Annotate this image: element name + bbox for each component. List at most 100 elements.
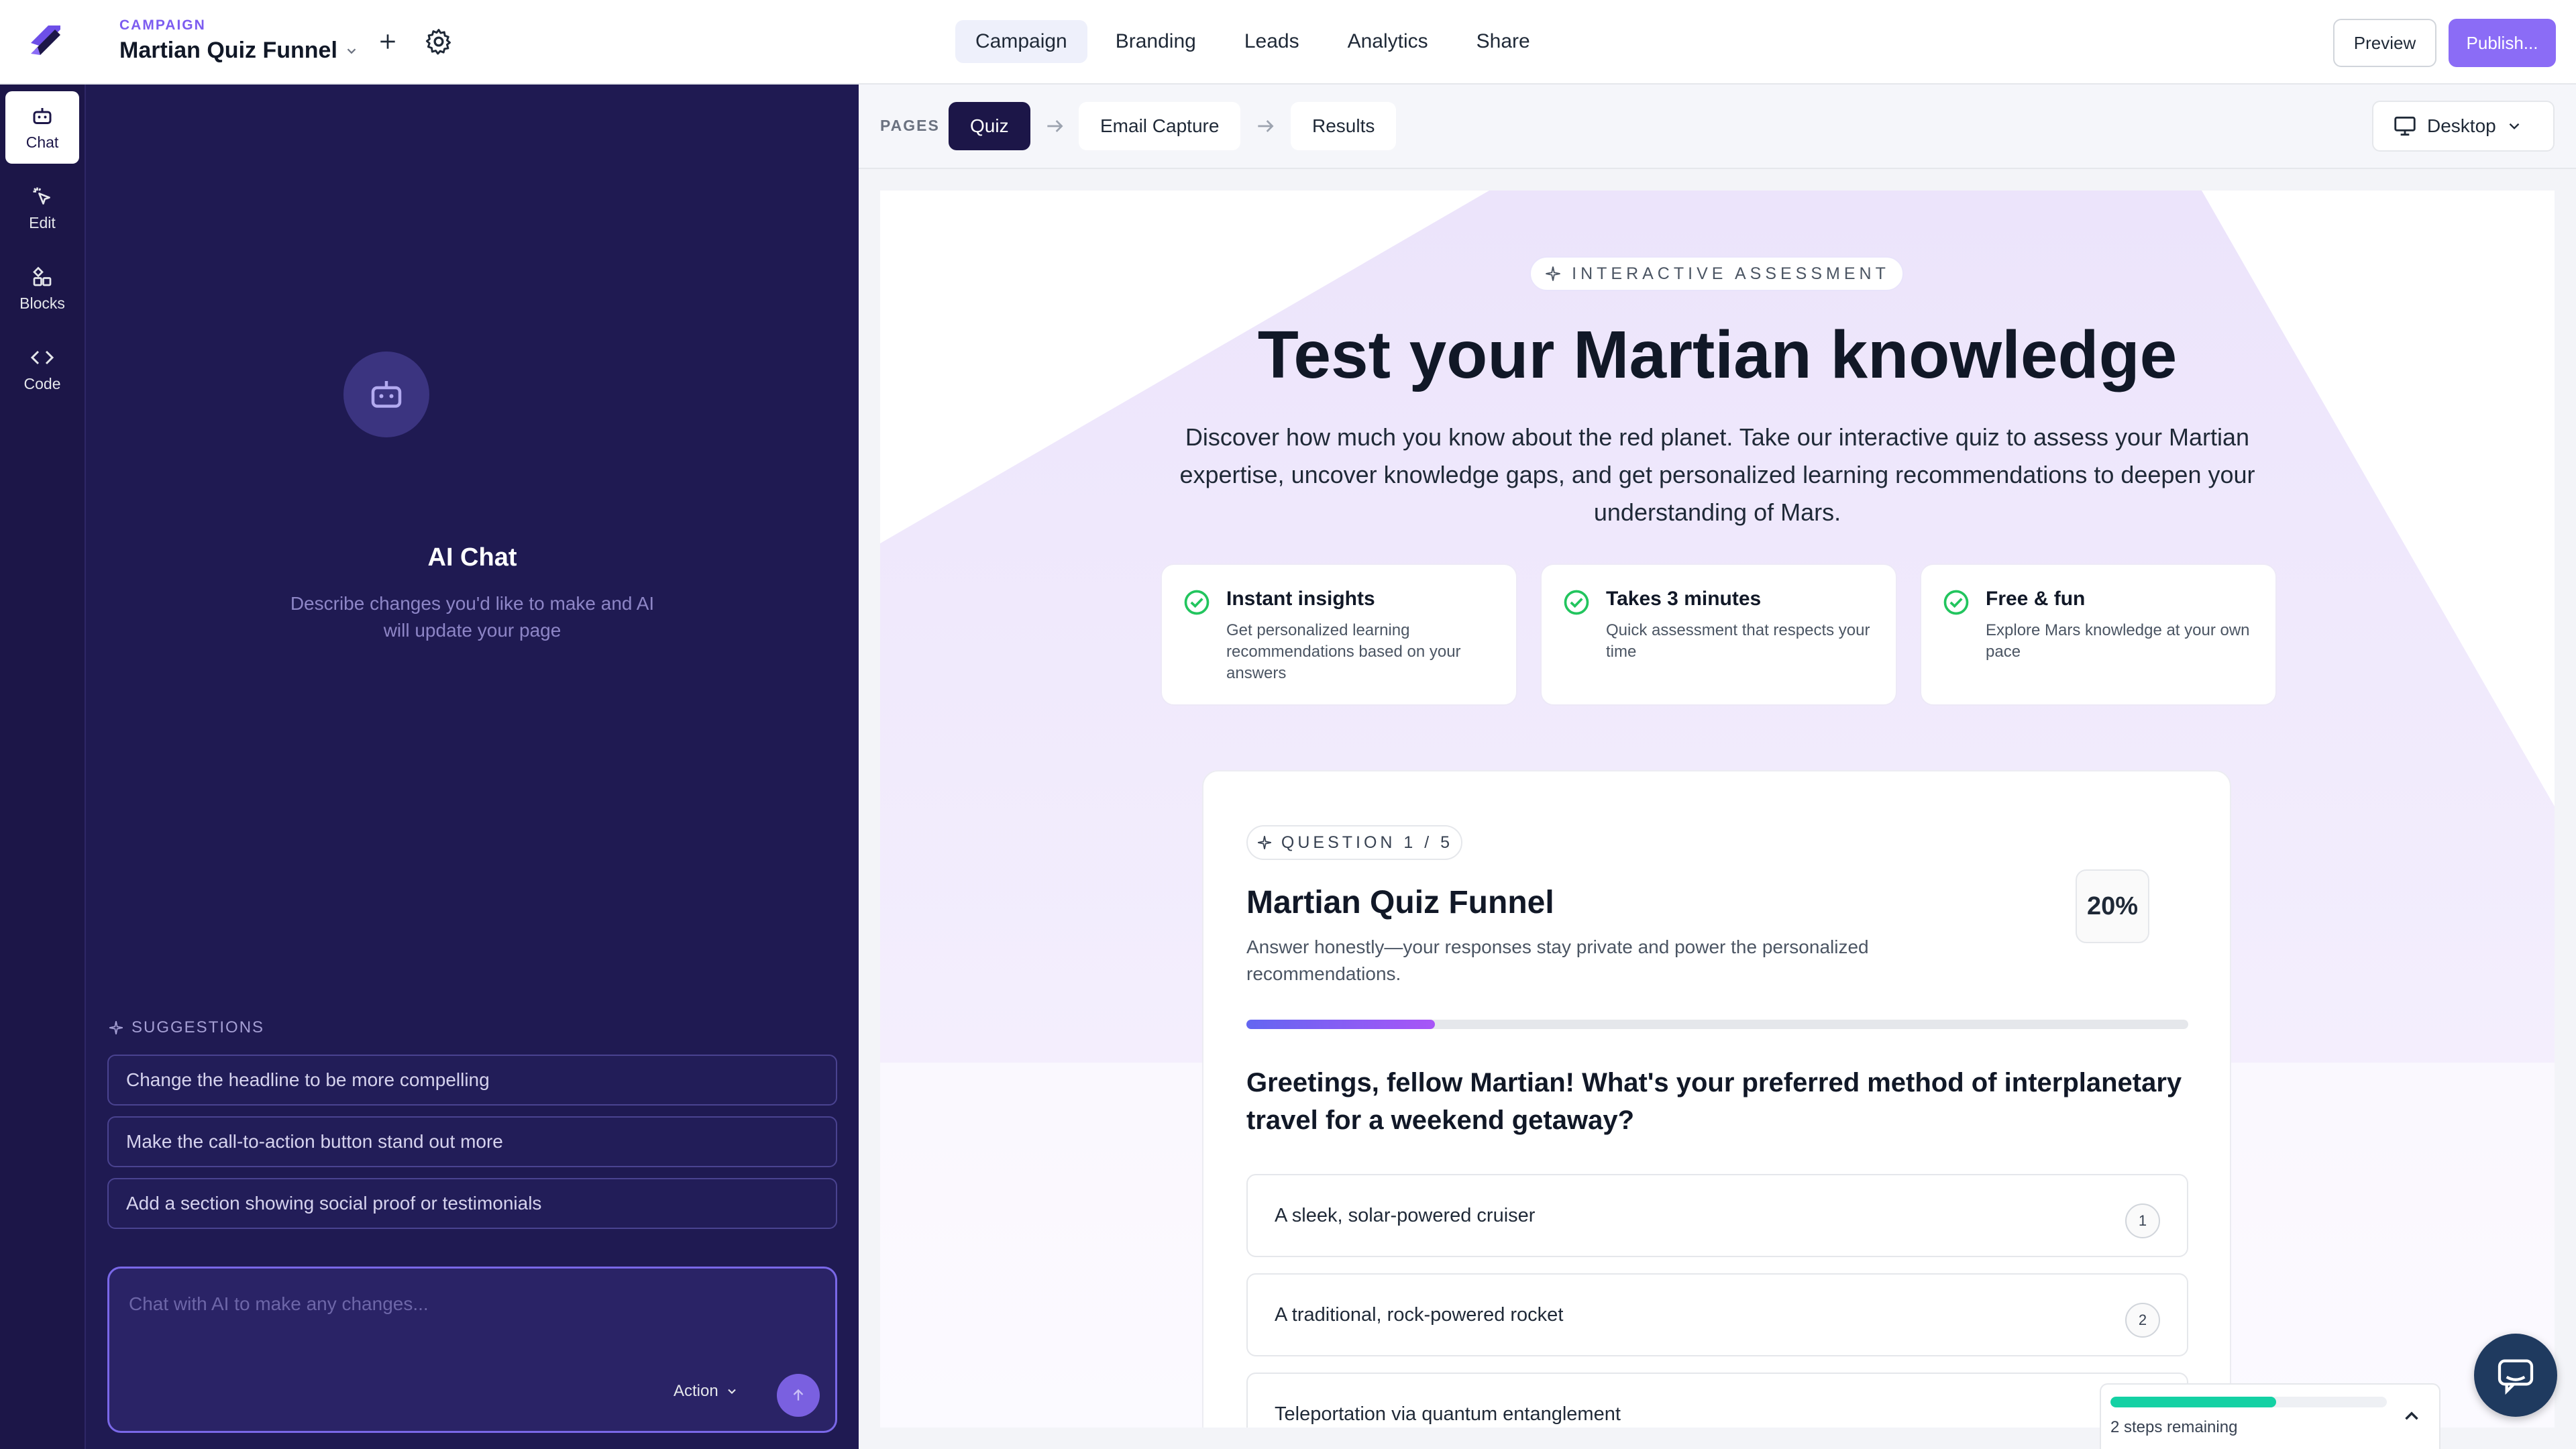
rail-item-blocks[interactable]: Blocks	[5, 252, 79, 325]
rail-item-code[interactable]: Code	[5, 333, 79, 405]
question-counter: QUESTION 1 / 5	[1281, 833, 1454, 852]
gear-icon	[425, 29, 451, 55]
answer-option-text: Teleportation via quantum entanglement	[1275, 1403, 1621, 1425]
check-circle-icon	[1564, 590, 1589, 615]
device-label: Desktop	[2427, 115, 2496, 136]
ai-chat-title: AI Chat	[427, 543, 517, 572]
nav-tab-branding[interactable]: Branding	[1095, 20, 1216, 63]
answer-option[interactable]: Teleportation via quantum entanglement 3	[1246, 1373, 2188, 1428]
steps-remaining-text: 2 steps remaining	[2110, 1418, 2238, 1436]
preview-button[interactable]: Preview	[2333, 19, 2436, 67]
assessment-badge: INTERACTIVE ASSESSMENT	[1529, 256, 1904, 291]
publish-button[interactable]: Publish...	[2449, 19, 2556, 67]
cursor-click-icon	[33, 187, 50, 205]
rail-item-chat[interactable]: Chat	[5, 91, 79, 164]
rail-label-edit: Edit	[29, 213, 56, 231]
feature-description: Get personalized learning recommendation…	[1226, 621, 1461, 682]
feature-description: Quick assessment that respects your time	[1606, 621, 1870, 661]
steps-progress-bar	[2110, 1397, 2387, 1407]
sparkles-icon	[1546, 266, 1560, 281]
chat-input[interactable]	[107, 1267, 837, 1433]
rail-label-code: Code	[23, 374, 61, 392]
feature-card: Instant insights Get personalized learni…	[1161, 564, 1517, 706]
arrow-right-icon	[1258, 120, 1274, 132]
main-nav: Campaign Branding Leads Analytics Share	[955, 20, 1550, 63]
rail-label-blocks: Blocks	[19, 294, 65, 312]
quiz-percent: 20%	[2076, 869, 2149, 943]
campaign-name: Martian Quiz Funnel	[119, 38, 337, 63]
rail-label-chat: Chat	[25, 133, 59, 151]
answer-option-number: 2	[2125, 1303, 2160, 1338]
answer-option-number: 1	[2125, 1203, 2160, 1238]
hero-headline: Test your Martian knowledge	[1257, 317, 2178, 392]
ai-chat-panel	[86, 85, 859, 1449]
app-logo-icon[interactable]	[25, 20, 66, 60]
quiz-description: Answer honestly—your responses stay priv…	[1246, 936, 1869, 984]
suggestion-item[interactable]: Change the headline to be more compellin…	[107, 1055, 837, 1106]
feature-card: Free & fun Explore Mars knowledge at you…	[1920, 564, 2277, 706]
quiz-progress-bar	[1246, 1020, 2188, 1029]
hero-subtitle: Discover how much you know about the red…	[1179, 423, 2255, 526]
blocks-icon	[33, 266, 52, 286]
nav-tab-share[interactable]: Share	[1456, 20, 1550, 63]
chat-bubble-icon	[2498, 1359, 2534, 1395]
quiz-question: Greetings, fellow Martian! What's your p…	[1246, 1068, 2182, 1135]
feature-card: Takes 3 minutes Quick assessment that re…	[1540, 564, 1897, 706]
question-counter-badge: QUESTION 1 / 5	[1246, 825, 1462, 860]
quiz-card: QUESTION 1 / 5 Martian Quiz Funnel 20% A…	[1202, 770, 2231, 1428]
send-button[interactable]	[777, 1374, 820, 1417]
pages-label: PAGES	[880, 117, 940, 134]
answer-option[interactable]: A sleek, solar-powered cruiser 1	[1246, 1174, 2188, 1257]
check-circle-icon	[1943, 590, 1969, 615]
help-chat-button[interactable]	[2474, 1334, 2557, 1417]
nav-tab-leads[interactable]: Leads	[1224, 20, 1320, 63]
arrow-right-icon	[1047, 120, 1063, 132]
plus-icon	[380, 34, 395, 49]
chat-input-placeholder: Chat with AI to make any changes...	[129, 1293, 429, 1314]
feature-title: Free & fun	[1986, 588, 2086, 610]
robot-icon	[33, 107, 52, 124]
add-page-button[interactable]	[373, 27, 402, 56]
suggestion-item[interactable]: Make the call-to-action button stand out…	[107, 1116, 837, 1167]
campaign-label: CAMPAIGN	[119, 17, 206, 33]
action-label: Action	[674, 1382, 718, 1400]
action-dropdown[interactable]: Action	[674, 1382, 739, 1401]
quiz-progress-fill	[1246, 1020, 1435, 1029]
feature-description: Explore Mars knowledge at your own pace	[1986, 621, 2250, 661]
ai-avatar	[343, 352, 429, 437]
answer-option-text: A traditional, rock-powered rocket	[1275, 1304, 1564, 1326]
code-icon	[30, 350, 54, 364]
device-selector[interactable]: Desktop	[2372, 101, 2555, 152]
tool-rail: Chat Edit Blocks Code	[0, 85, 86, 1449]
feature-title: Takes 3 minutes	[1606, 588, 1762, 610]
settings-button[interactable]	[423, 25, 455, 58]
answer-option-text: A sleek, solar-powered cruiser	[1275, 1205, 1536, 1226]
chevron-up-icon[interactable]	[2400, 1405, 2423, 1428]
arrow-up-icon	[793, 1389, 804, 1401]
page-tab-results[interactable]: Results	[1291, 102, 1397, 150]
chevron-down-icon	[2509, 123, 2520, 129]
assessment-badge-label: INTERACTIVE ASSESSMENT	[1572, 264, 1890, 283]
monitor-icon	[2394, 116, 2416, 136]
check-circle-icon	[1184, 590, 1210, 615]
rail-item-edit[interactable]: Edit	[5, 172, 79, 244]
answer-option[interactable]: A traditional, rock-powered rocket 2	[1246, 1273, 2188, 1356]
chevron-down-icon	[347, 48, 356, 54]
onboarding-steps-widget[interactable]: 2 steps remaining	[2100, 1383, 2440, 1449]
nav-tab-campaign[interactable]: Campaign	[955, 20, 1087, 63]
campaign-selector[interactable]: Martian Quiz Funnel	[119, 38, 359, 64]
ai-chat-description: Describe changes you'd like to make and …	[290, 593, 655, 641]
robot-icon	[371, 381, 402, 408]
chevron-down-icon	[727, 1389, 736, 1394]
quiz-title: Martian Quiz Funnel	[1246, 885, 1554, 920]
steps-progress-fill	[2110, 1397, 2277, 1407]
page-tab-quiz[interactable]: Quiz	[949, 102, 1030, 150]
suggestions-label: SUGGESTIONS	[131, 1018, 265, 1036]
nav-tab-analytics[interactable]: Analytics	[1328, 20, 1448, 63]
page-preview-canvas: INTERACTIVE ASSESSMENT Test your Martian…	[880, 191, 2555, 1428]
suggestions-heading: SUGGESTIONS	[107, 1018, 264, 1037]
sparkles-icon	[1257, 836, 1271, 849]
sparkles-icon	[109, 1021, 123, 1034]
page-tab-email-capture[interactable]: Email Capture	[1079, 102, 1241, 150]
suggestion-item[interactable]: Add a section showing social proof or te…	[107, 1178, 837, 1229]
